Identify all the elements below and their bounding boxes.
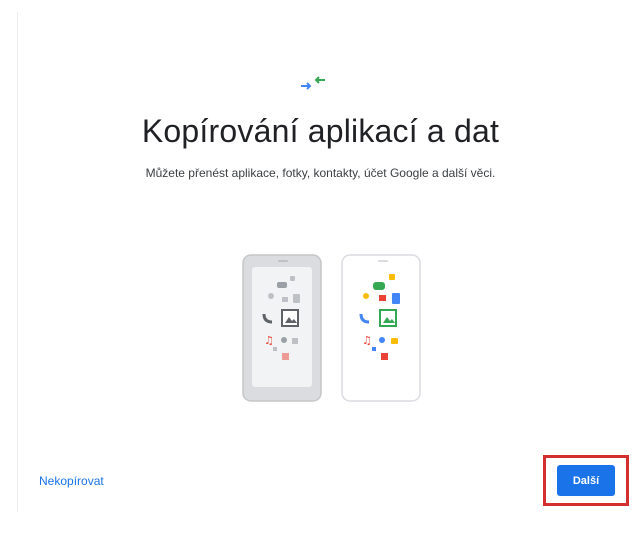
new-phone: ♫ [341,254,421,402]
page-subtitle: Můžete přenést aplikace, fotky, kontakty… [145,166,496,180]
phone-transfer-illustration: ♫ ♫ [242,254,421,402]
next-button[interactable]: Další [557,465,615,496]
page-title: Kopírování aplikací a dat [141,113,500,149]
old-phone: ♫ [242,254,322,402]
left-frame-edge [17,12,18,512]
svg-text:♫: ♫ [264,334,274,347]
svg-text:♫: ♫ [362,334,372,347]
setup-screen: Kopírování aplikací a dat Můžete přenést… [0,0,641,539]
skip-copy-link[interactable]: Nekopírovat [39,474,104,488]
transfer-arrows-icon [301,76,325,90]
